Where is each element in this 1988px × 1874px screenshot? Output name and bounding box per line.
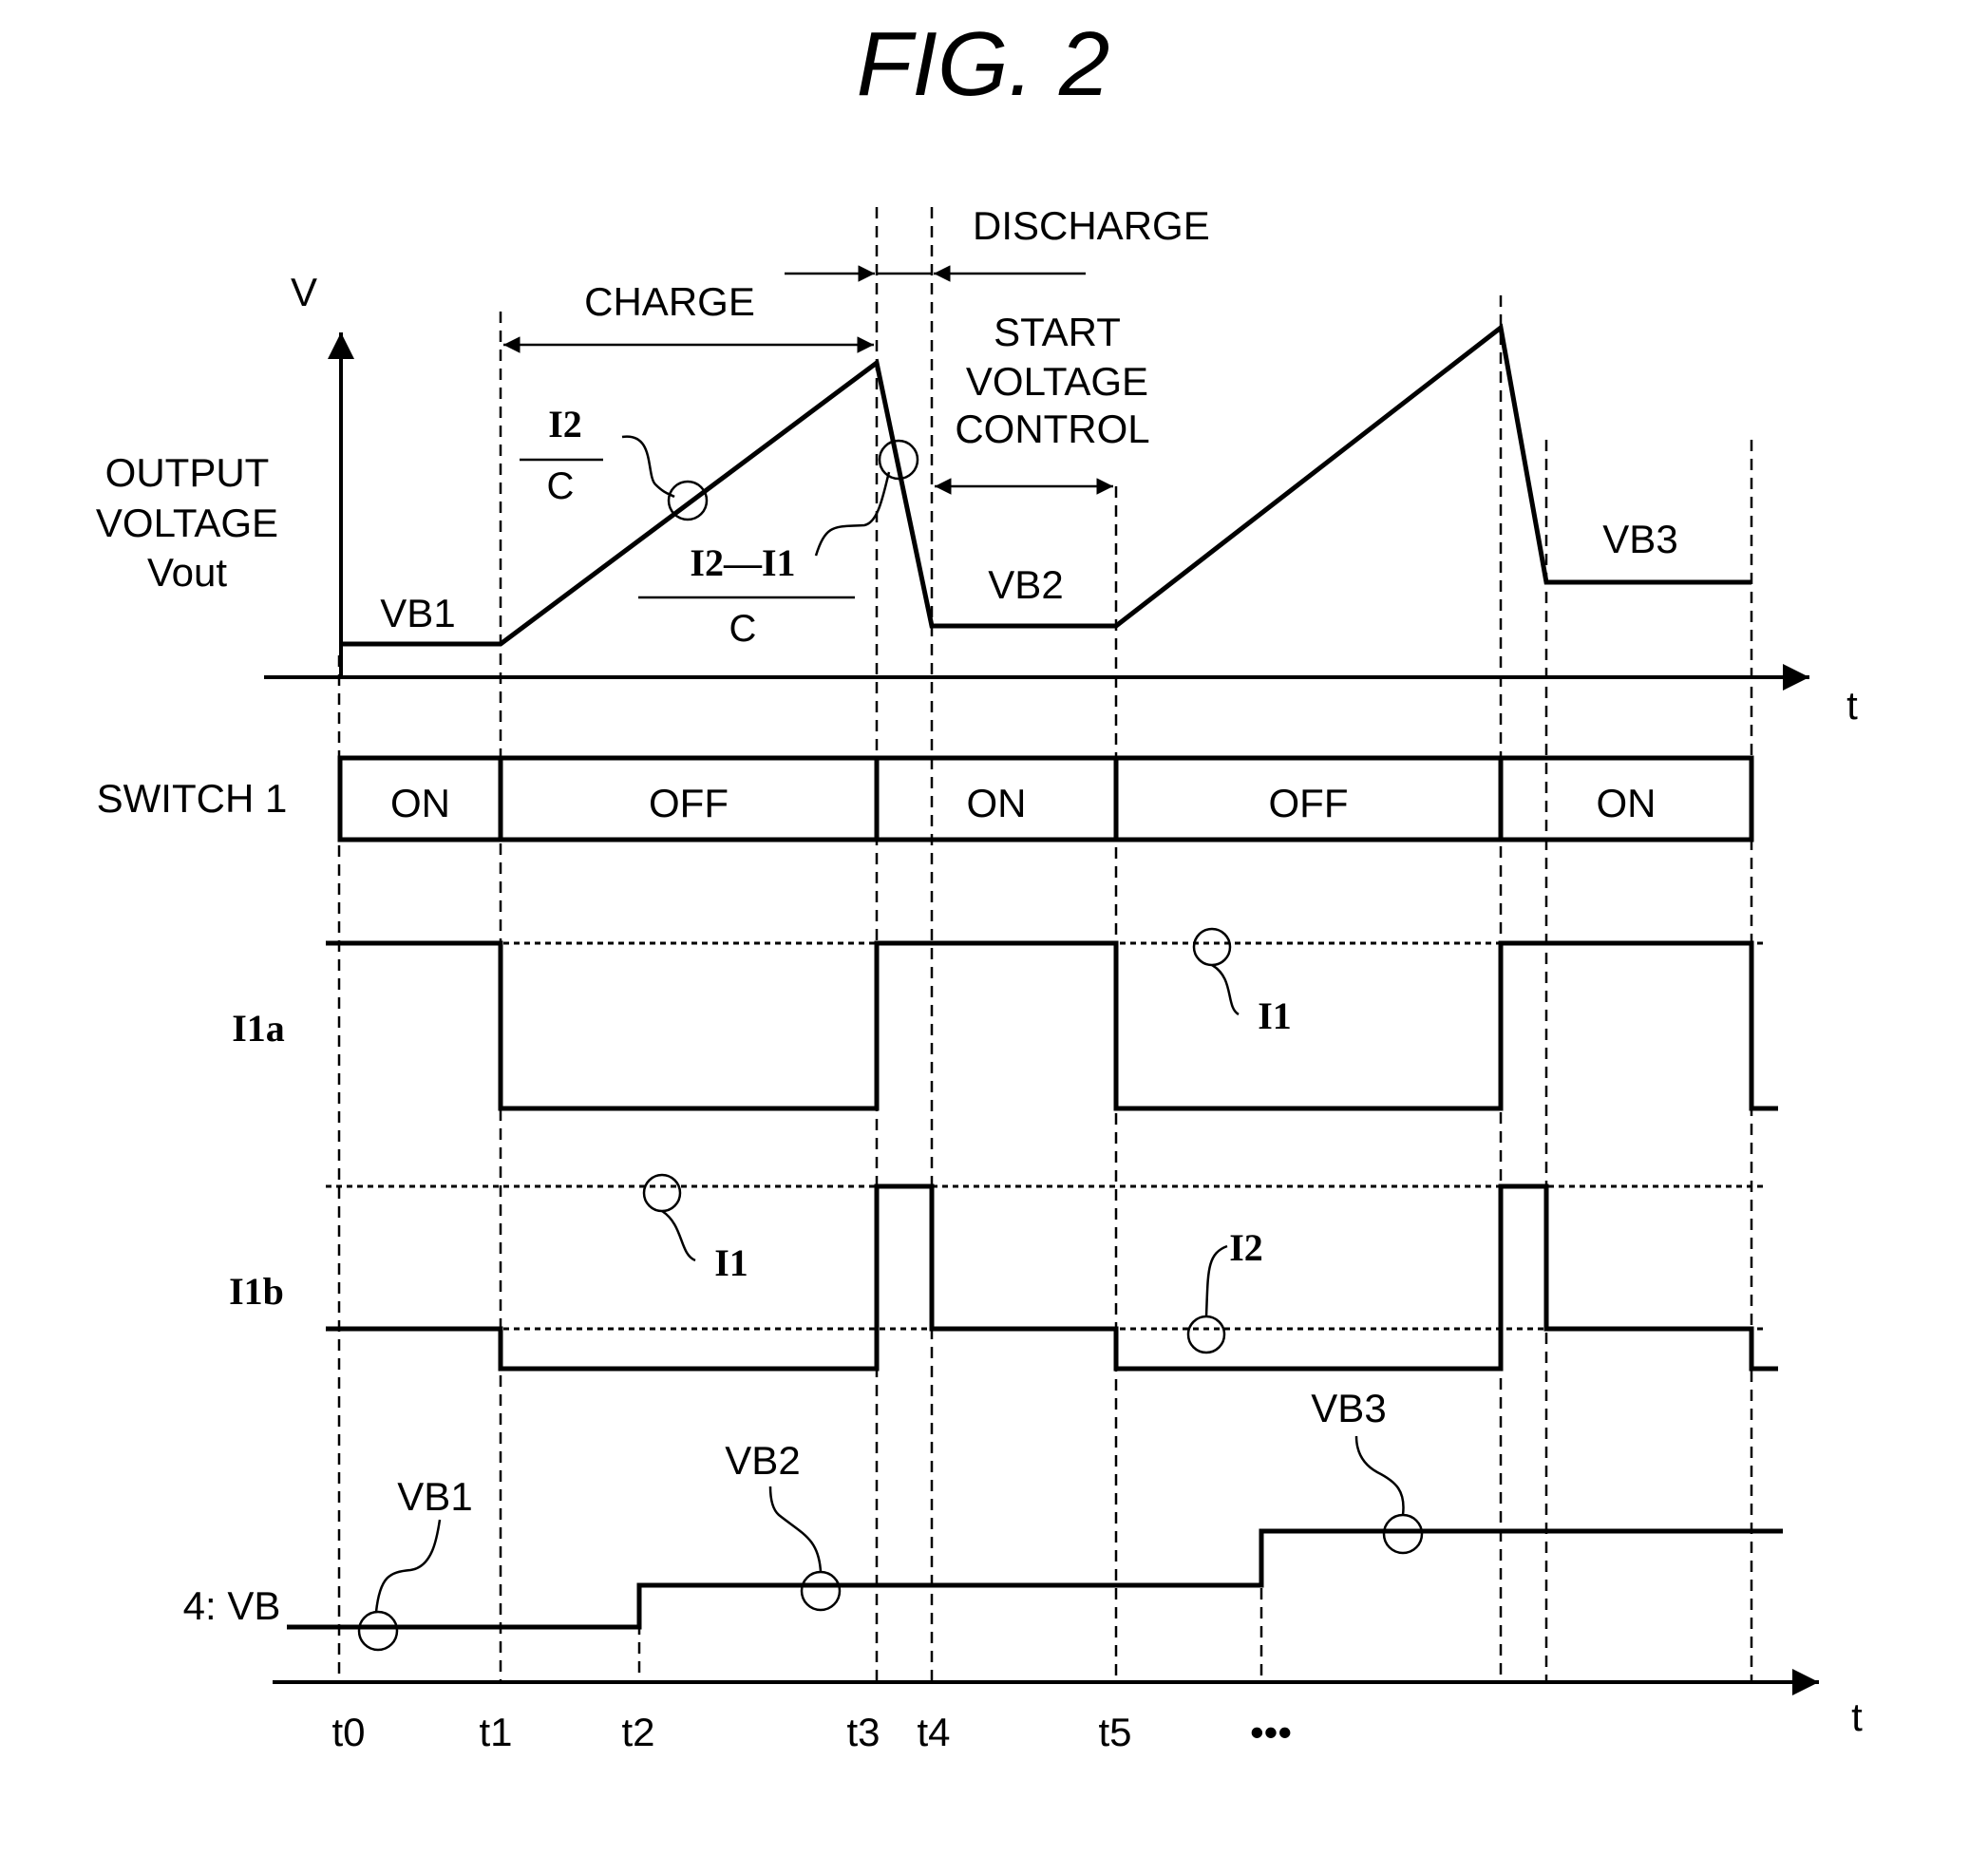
switch-state-label-off: OFF — [1269, 781, 1349, 825]
v-axis-label: V — [291, 270, 317, 314]
i1b-i2-callout-label: I2 — [1229, 1226, 1263, 1269]
slope-discharge-leader — [814, 471, 891, 557]
vb3-callout-label: VB3 — [1311, 1386, 1386, 1430]
vb2-callout-circle — [800, 1570, 842, 1612]
vb3-callout-circle — [1382, 1513, 1424, 1555]
switch-state-label-on: ON — [967, 781, 1027, 825]
slope-charge-leader — [621, 435, 675, 499]
i1a-label: I1a — [232, 1007, 285, 1050]
time-tick-labels: t0 t1 t2 t3 t4 t5 — [331, 1710, 1131, 1754]
switch-state-label-on: ON — [1597, 781, 1657, 825]
time-label-t2: t2 — [621, 1710, 654, 1754]
vout-level-vb1: VB1 — [380, 591, 455, 635]
switch-state-row: ON OFF ON OFF ON — [337, 755, 1754, 842]
start-voltage-control-line1: START — [994, 310, 1121, 354]
i1b-i2-callout-circle — [1186, 1315, 1226, 1354]
time-ellipsis: ••• — [1250, 1710, 1292, 1754]
vb-waveform — [287, 1528, 1783, 1630]
time-label-t0: t0 — [331, 1710, 365, 1754]
vb-label: 4: VB — [183, 1583, 281, 1628]
i1b-i1-callout-leader — [661, 1209, 696, 1262]
slope-charge-callout-circle — [667, 480, 709, 521]
i1a-callout-label: I1 — [1258, 994, 1292, 1037]
charge-label: CHARGE — [584, 279, 755, 324]
vb2-callout-leader — [768, 1486, 823, 1573]
timing-diagram: FIG. 2 V t OUTPUT VOLTAGE Vout VB1 VB2 V… — [96, 13, 1863, 1754]
slope-discharge-numerator: I2—I1 — [690, 541, 795, 584]
vb1-callout-circle — [357, 1610, 399, 1652]
start-voltage-control-line3: CONTROL — [955, 407, 1149, 451]
time-label-t5: t5 — [1098, 1710, 1131, 1754]
time-label-t4: t4 — [917, 1710, 950, 1754]
i1a-callout-leader — [1211, 963, 1240, 1016]
i1a-waveform — [326, 940, 1778, 1111]
vout-level-vb2: VB2 — [988, 562, 1063, 607]
discharge-label: DISCHARGE — [973, 203, 1210, 248]
output-voltage-label-line3: Vout — [147, 550, 227, 595]
switch-state-label-off: OFF — [649, 781, 729, 825]
time-label-t1: t1 — [479, 1710, 512, 1754]
t-axis-bottom-label: t — [1851, 1694, 1863, 1739]
t-axis-top-label: t — [1846, 683, 1858, 728]
vb1-callout-label: VB1 — [397, 1474, 472, 1519]
output-voltage-label-line1: OUTPUT — [105, 450, 270, 495]
i1b-i2-callout-leader — [1204, 1244, 1228, 1317]
output-voltage-label-line2: VOLTAGE — [96, 501, 278, 545]
i1b-i1-callout-circle — [642, 1173, 682, 1213]
vb2-callout-label: VB2 — [725, 1438, 800, 1483]
start-voltage-control-line2: VOLTAGE — [966, 359, 1148, 404]
i1b-waveform — [326, 1183, 1778, 1372]
figure-title: FIG. 2 — [857, 13, 1110, 115]
time-label-t3: t3 — [846, 1710, 880, 1754]
vb1-callout-leader — [374, 1519, 442, 1613]
i1b-i1-callout-label: I1 — [714, 1241, 748, 1284]
slope-charge-numerator: I2 — [548, 403, 582, 445]
switch-label: SWITCH 1 — [97, 776, 288, 821]
slope-charge-denominator: C — [547, 465, 575, 507]
i1b-label: I1b — [229, 1270, 284, 1313]
switch-state-label-on: ON — [390, 781, 450, 825]
i1a-callout-circle — [1192, 927, 1232, 967]
vout-level-vb3: VB3 — [1602, 517, 1677, 561]
vb3-callout-leader — [1354, 1435, 1405, 1516]
slope-discharge-denominator: C — [729, 608, 757, 650]
